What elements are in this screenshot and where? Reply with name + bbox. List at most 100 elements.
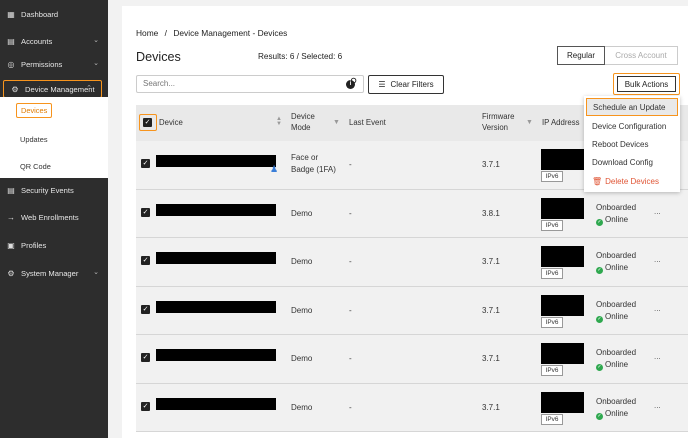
- more-actions-button[interactable]: ...: [654, 207, 661, 216]
- row-checkbox[interactable]: ✓: [141, 256, 150, 265]
- device-mode: Demo: [291, 208, 313, 218]
- filter-icon[interactable]: ▼: [526, 119, 533, 126]
- chevron-down-icon: ⌄: [93, 60, 99, 67]
- redacted-ip-address: [541, 149, 584, 170]
- table-row[interactable]: ✓ Demo - 3.8.1 IPv6 Onboarded ✓ Online ..…: [136, 189, 688, 238]
- header-ip-address[interactable]: IP Address: [542, 118, 580, 129]
- chevron-up-icon: ⌃: [86, 85, 92, 92]
- online-check-icon: ✓: [596, 267, 603, 274]
- table-row[interactable]: ✓ Demo - 3.7.1 IPv6 Onboarded ✓ Online ..…: [136, 286, 688, 335]
- redacted-ip-address: [541, 246, 584, 267]
- enrollment-icon: →: [7, 212, 15, 222]
- menu-item-device-configuration[interactable]: Device Configuration: [584, 117, 680, 135]
- select-all-checkbox[interactable]: ✓: [143, 117, 152, 127]
- cross-account-button[interactable]: Cross Account: [605, 46, 678, 65]
- device-mode-line2: Badge (1FA): [291, 165, 336, 174]
- row-checkbox[interactable]: ✓: [141, 159, 150, 168]
- sidebar-item-system-manager[interactable]: ⚙ System Manager ⌄: [0, 264, 108, 282]
- ipv6-badge: IPv6: [541, 316, 563, 328]
- page-title: Devices: [136, 50, 181, 64]
- redacted-device-name: [156, 300, 276, 313]
- last-event: -: [349, 208, 352, 218]
- sidebar-item-device-management[interactable]: ⚙ Device Management ⌃: [3, 80, 102, 98]
- menu-item-schedule-update[interactable]: Schedule an Update: [586, 98, 678, 116]
- online-status: Online: [605, 408, 629, 418]
- ipv6-badge: IPv6: [541, 413, 563, 425]
- breadcrumb: Home / Device Management - Devices: [136, 28, 287, 38]
- sidebar-item-web-enrollments[interactable]: → Web Enrollments: [0, 208, 108, 226]
- redacted-device-name: [156, 397, 276, 410]
- more-actions-button[interactable]: ...: [654, 304, 661, 313]
- sidebar-item-dashboard[interactable]: ▦ Dashboard: [0, 5, 108, 23]
- select-all-checkbox-wrap: ✓: [139, 114, 157, 131]
- clear-filters-button[interactable]: ☰ Clear Filters: [368, 75, 444, 94]
- ipv6-badge: IPv6: [541, 365, 563, 376]
- device-status: Onboarded ✓ Online: [596, 396, 636, 420]
- sidebar-item-permissions[interactable]: ◎ Permissions ⌄: [0, 55, 108, 73]
- sidebar-item-label: Accounts: [21, 36, 53, 46]
- breadcrumb-home[interactable]: Home: [136, 28, 158, 38]
- clear-filter-icon: ☰: [378, 80, 386, 89]
- row-checkbox[interactable]: ✓: [141, 207, 150, 217]
- submenu-item-devices[interactable]: Devices: [16, 103, 53, 118]
- person-badge-icon: ♟: [270, 164, 279, 174]
- bulk-actions-menu: Schedule an Update Device Configuration …: [584, 96, 680, 192]
- more-actions-button[interactable]: ...: [654, 401, 661, 410]
- device-mode: Demo: [291, 305, 313, 315]
- search-box: i: [136, 75, 364, 93]
- sidebar-item-profiles[interactable]: ▣ Profiles: [0, 236, 108, 254]
- firmware-version: 3.7.1: [482, 354, 500, 363]
- menu-item-reboot-devices[interactable]: Reboot Devices: [584, 135, 680, 153]
- filter-icon[interactable]: ▼: [333, 119, 340, 126]
- sidebar-item-label: Web Enrollments: [21, 212, 79, 222]
- sort-icon[interactable]: ▲ ▼: [276, 116, 282, 127]
- table-row[interactable]: ✓ Demo - 3.7.1 IPv6 Onboarded ✓ Online ..…: [136, 383, 688, 432]
- results-count: Results: 6 / Selected: 6: [258, 52, 343, 61]
- sidebar-item-label: Profiles: [21, 240, 47, 250]
- row-checkbox[interactable]: ✓: [141, 304, 150, 314]
- row-checkbox[interactable]: ✓: [141, 401, 150, 411]
- sidebar-item-label: Security Events: [21, 185, 74, 195]
- search-icon[interactable]: ⚲: [350, 77, 357, 88]
- header-device[interactable]: Device: [159, 118, 183, 129]
- onboarded-status: Onboarded: [596, 251, 637, 260]
- menu-item-download-config[interactable]: Download Config: [584, 153, 680, 171]
- submenu-item-updates[interactable]: Updates: [20, 135, 48, 144]
- sidebar: ▦ Dashboard ▤ Accounts ⌄ ◎ Permissions ⌄…: [0, 0, 108, 438]
- row-checkbox[interactable]: ✓: [141, 353, 150, 362]
- more-actions-button[interactable]: ...: [654, 352, 661, 361]
- device-status: Onboarded ✓ Online: [596, 347, 636, 371]
- online-status: Online: [605, 360, 629, 369]
- redacted-device-name: [156, 252, 276, 264]
- redacted-device-name: [156, 349, 276, 361]
- ipv6-badge: IPv6: [541, 219, 563, 231]
- onboarded-status: Onboarded: [596, 299, 637, 309]
- bulk-actions-button[interactable]: Bulk Actions: [613, 73, 680, 95]
- device-status: Onboarded ✓ Online: [596, 299, 636, 323]
- table-row[interactable]: ✓ Demo - 3.7.1 IPv6 Onboarded ✓ Online ..…: [136, 335, 688, 384]
- redacted-ip-address: [541, 197, 584, 219]
- ipv6-badge: IPv6: [541, 171, 563, 182]
- header-device-mode[interactable]: Device Mode: [291, 112, 315, 134]
- main-panel: Home / Device Management - Devices Devic…: [122, 6, 688, 438]
- online-status: Online: [605, 311, 629, 321]
- firmware-version: 3.7.1: [482, 160, 500, 169]
- more-actions-button[interactable]: ...: [654, 255, 661, 264]
- chevron-down-icon: ⌄: [93, 37, 99, 44]
- menu-item-delete-devices[interactable]: 🗑 Delete Devices: [584, 172, 680, 190]
- view-toggle: Regular Cross Account: [557, 46, 678, 65]
- online-check-icon: ✓: [596, 412, 603, 420]
- submenu-item-qr-code[interactable]: QR Code: [20, 162, 51, 171]
- table-row[interactable]: ✓ Demo - 3.7.1 IPv6 Onboarded ✓ Online ..…: [136, 238, 688, 287]
- header-firmware-version[interactable]: Firmware Version: [482, 112, 515, 134]
- onboarded-status: Onboarded: [596, 348, 637, 357]
- permissions-icon: ◎: [7, 59, 15, 69]
- sidebar-item-accounts[interactable]: ▤ Accounts ⌄: [0, 32, 108, 50]
- device-mode: Demo: [291, 354, 313, 363]
- sidebar-item-security-events[interactable]: ▤ Security Events: [0, 181, 108, 199]
- header-device-mode-line1: Device: [291, 112, 315, 121]
- redacted-device-name: [156, 155, 276, 167]
- regular-view-button[interactable]: Regular: [557, 46, 605, 65]
- header-last-event[interactable]: Last Event: [349, 118, 386, 129]
- search-input[interactable]: [137, 76, 327, 91]
